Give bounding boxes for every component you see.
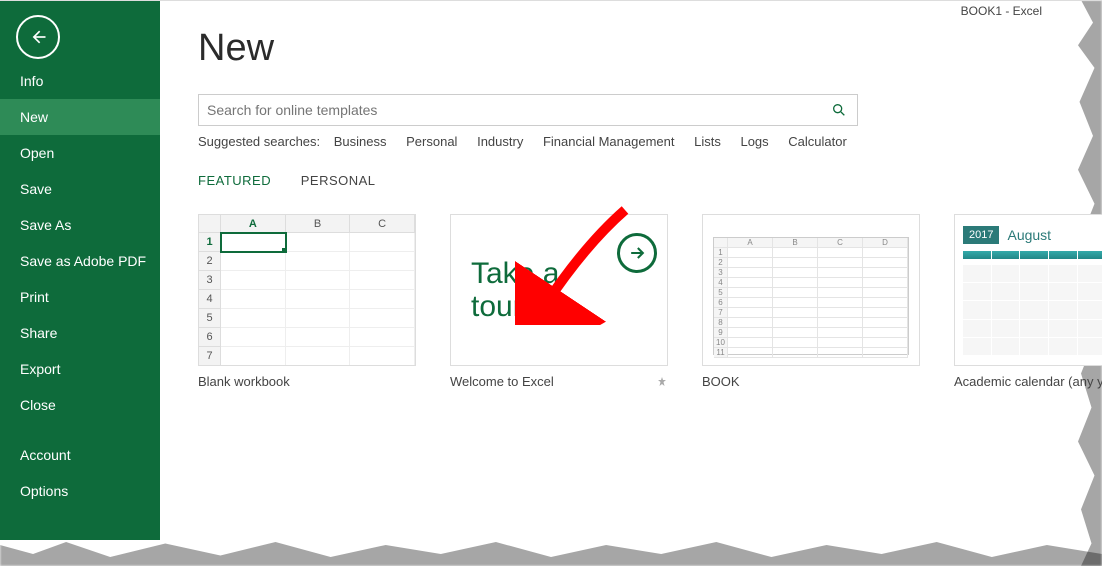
arrow-left-icon bbox=[28, 27, 48, 47]
suggested-financial-management[interactable]: Financial Management bbox=[543, 134, 675, 149]
book-col-d: D bbox=[863, 238, 908, 248]
template-thumb-blank[interactable]: A B C 1 2 3 4 5 6 bbox=[198, 214, 416, 366]
template-thumb-book[interactable]: A B C D 1 2 3 4 5 6 7 8 9 10 11 bbox=[702, 214, 920, 366]
template-label: BOOK bbox=[702, 374, 740, 389]
sidebar-item-save[interactable]: Save bbox=[0, 171, 160, 207]
row-header-3: 3 bbox=[199, 271, 221, 290]
suggested-label: Suggested searches: bbox=[198, 134, 320, 149]
tour-text: Take a tour bbox=[471, 257, 559, 323]
sidebar-item-save-as[interactable]: Save As bbox=[0, 207, 160, 243]
sidebar-item-new[interactable]: New bbox=[0, 99, 160, 135]
suggested-calculator[interactable]: Calculator bbox=[788, 134, 847, 149]
template-thumb-tour[interactable]: Take a tour bbox=[450, 214, 668, 366]
template-search[interactable] bbox=[198, 94, 858, 126]
main-content: New Suggested searches: Business Persona… bbox=[160, 1, 1102, 540]
arrow-right-icon bbox=[627, 243, 647, 263]
search-button[interactable] bbox=[821, 95, 857, 125]
template-academic-calendar[interactable]: 2017 August Academic calendar (any year) bbox=[954, 214, 1102, 389]
book-col-c: C bbox=[818, 238, 863, 248]
suggested-logs[interactable]: Logs bbox=[740, 134, 768, 149]
sidebar-item-open[interactable]: Open bbox=[0, 135, 160, 171]
row-header-1: 1 bbox=[199, 233, 221, 252]
tab-featured[interactable]: FEATURED bbox=[198, 173, 271, 188]
tour-arrow-circle bbox=[617, 233, 657, 273]
col-header-a: A bbox=[221, 215, 286, 233]
template-label: Welcome to Excel bbox=[450, 374, 554, 389]
suggested-business[interactable]: Business bbox=[334, 134, 387, 149]
template-label: Academic calendar (any year) bbox=[954, 374, 1102, 389]
search-input[interactable] bbox=[199, 102, 821, 118]
row-header-6: 6 bbox=[199, 328, 221, 347]
calendar-year: 2017 bbox=[963, 226, 999, 244]
window-title: BOOK1 - Excel bbox=[961, 0, 1102, 18]
sidebar-item-info[interactable]: Info bbox=[0, 63, 160, 99]
suggested-lists[interactable]: Lists bbox=[694, 134, 721, 149]
template-book[interactable]: A B C D 1 2 3 4 5 6 7 8 9 10 11 bbox=[702, 214, 920, 389]
pin-icon[interactable] bbox=[656, 376, 668, 388]
suggested-personal[interactable]: Personal bbox=[406, 134, 457, 149]
calendar-month: August bbox=[1007, 227, 1051, 243]
page-title: New bbox=[198, 27, 1062, 70]
sidebar-item-save-adobe-pdf[interactable]: Save as Adobe PDF bbox=[0, 243, 160, 279]
sidebar-item-close[interactable]: Close bbox=[0, 387, 160, 423]
template-welcome[interactable]: Take a tour Welcome to Excel bbox=[450, 214, 668, 389]
row-header-5: 5 bbox=[199, 309, 221, 328]
row-header-4: 4 bbox=[199, 290, 221, 309]
col-header-c: C bbox=[350, 215, 415, 233]
sidebar-item-print[interactable]: Print bbox=[0, 279, 160, 315]
template-thumb-calendar[interactable]: 2017 August bbox=[954, 214, 1102, 366]
back-button[interactable] bbox=[16, 15, 60, 59]
suggested-industry[interactable]: Industry bbox=[477, 134, 523, 149]
book-col-a: A bbox=[728, 238, 773, 248]
sidebar-item-share[interactable]: Share bbox=[0, 315, 160, 351]
tab-personal[interactable]: PERSONAL bbox=[301, 173, 376, 188]
row-header-7: 7 bbox=[199, 347, 221, 366]
row-header-2: 2 bbox=[199, 252, 221, 271]
template-tabs: FEATURED PERSONAL bbox=[198, 173, 1062, 188]
sidebar-item-export[interactable]: Export bbox=[0, 351, 160, 387]
template-gallery: A B C 1 2 3 4 5 6 bbox=[198, 214, 1062, 389]
torn-edge-bottom bbox=[0, 536, 1102, 566]
col-header-b: B bbox=[286, 215, 351, 233]
suggested-searches: Suggested searches: Business Personal In… bbox=[198, 134, 1062, 149]
sidebar-item-options[interactable]: Options bbox=[0, 473, 160, 509]
sidebar-item-account[interactable]: Account bbox=[0, 437, 160, 473]
template-blank-workbook[interactable]: A B C 1 2 3 4 5 6 bbox=[198, 214, 416, 389]
search-icon bbox=[831, 102, 847, 118]
template-label: Blank workbook bbox=[198, 374, 290, 389]
book-col-b: B bbox=[773, 238, 818, 248]
cell-a1-selected bbox=[221, 233, 286, 252]
backstage-sidebar: Info New Open Save Save As Save as Adobe… bbox=[0, 1, 160, 540]
